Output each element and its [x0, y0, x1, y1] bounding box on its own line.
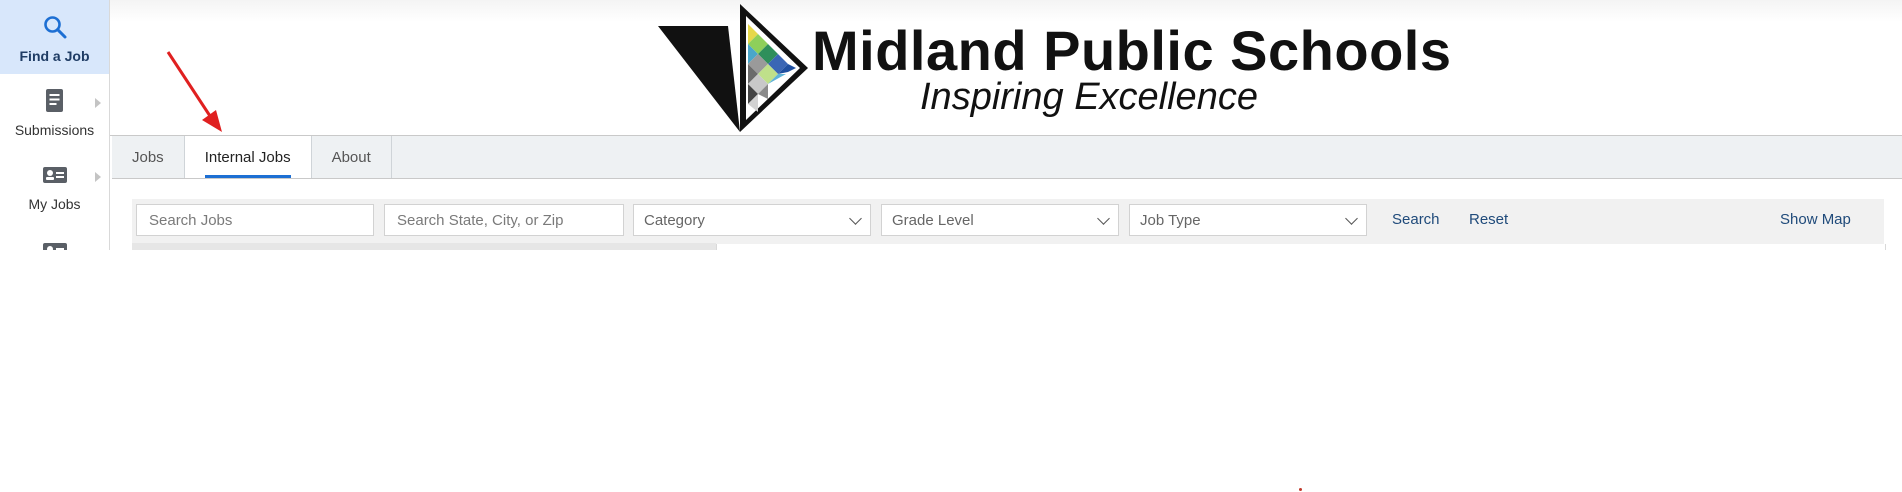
site-header: Midland Public Schools Inspiring Excelle…	[110, 0, 1902, 136]
chevron-down-icon	[1097, 211, 1110, 225]
tab-label: Jobs	[132, 148, 164, 166]
chevron-down-icon	[849, 211, 862, 225]
annotation-arrow-icon	[166, 51, 222, 132]
id-card-icon	[42, 238, 68, 250]
search-jobs-input[interactable]	[147, 210, 363, 230]
school-name: Midland Public Schools	[812, 19, 1452, 82]
search-jobs-field[interactable]	[136, 204, 374, 236]
category-select-value: Category	[644, 211, 705, 229]
search-location-field[interactable]	[384, 204, 624, 236]
document-icon	[42, 88, 68, 114]
job-type-select-value: Job Type	[1140, 211, 1201, 229]
reset-button[interactable]: Reset	[1469, 211, 1508, 228]
tab-bar: Jobs Internal Jobs About	[112, 136, 1902, 179]
search-icon	[42, 14, 68, 40]
tab-internal-jobs[interactable]: Internal Jobs	[184, 136, 312, 178]
sidebar-item-label: My Jobs	[28, 196, 81, 212]
school-logo-mark	[658, 4, 808, 132]
sidebar-item-label: Find a Job	[19, 48, 90, 64]
sidebar-item-find-a-job[interactable]: Find a Job	[0, 0, 109, 74]
tab-label: About	[331, 148, 371, 166]
grade-level-select[interactable]: Grade Level	[881, 204, 1119, 236]
active-tab-indicator	[204, 175, 291, 178]
id-card-icon	[42, 162, 68, 188]
sidebar: Find a Job Submissions My Jobs	[0, 0, 110, 250]
school-tagline: Inspiring Excellence	[920, 76, 1258, 118]
grade-level-select-value: Grade Level	[892, 211, 974, 229]
tab-jobs[interactable]: Jobs	[112, 136, 185, 178]
search-location-input[interactable]	[395, 210, 613, 230]
sidebar-item-profile[interactable]	[0, 222, 109, 250]
chevron-right-icon	[95, 98, 101, 108]
sidebar-item-my-jobs[interactable]: My Jobs	[0, 148, 109, 222]
results-list-panel	[132, 243, 716, 250]
results-detail-panel	[716, 244, 1886, 250]
job-type-select[interactable]: Job Type	[1129, 204, 1367, 236]
sidebar-item-label: Submissions	[14, 122, 95, 138]
category-select[interactable]: Category	[633, 204, 871, 236]
tab-label: Internal Jobs	[204, 148, 291, 166]
search-button[interactable]: Search	[1392, 211, 1440, 228]
tab-about[interactable]: About	[312, 136, 392, 178]
stray-dot	[1299, 488, 1302, 491]
chevron-right-icon	[95, 172, 101, 182]
chevron-down-icon	[1345, 211, 1358, 225]
show-map-button[interactable]: Show Map	[1780, 211, 1851, 228]
sidebar-item-submissions[interactable]: Submissions	[0, 74, 109, 148]
